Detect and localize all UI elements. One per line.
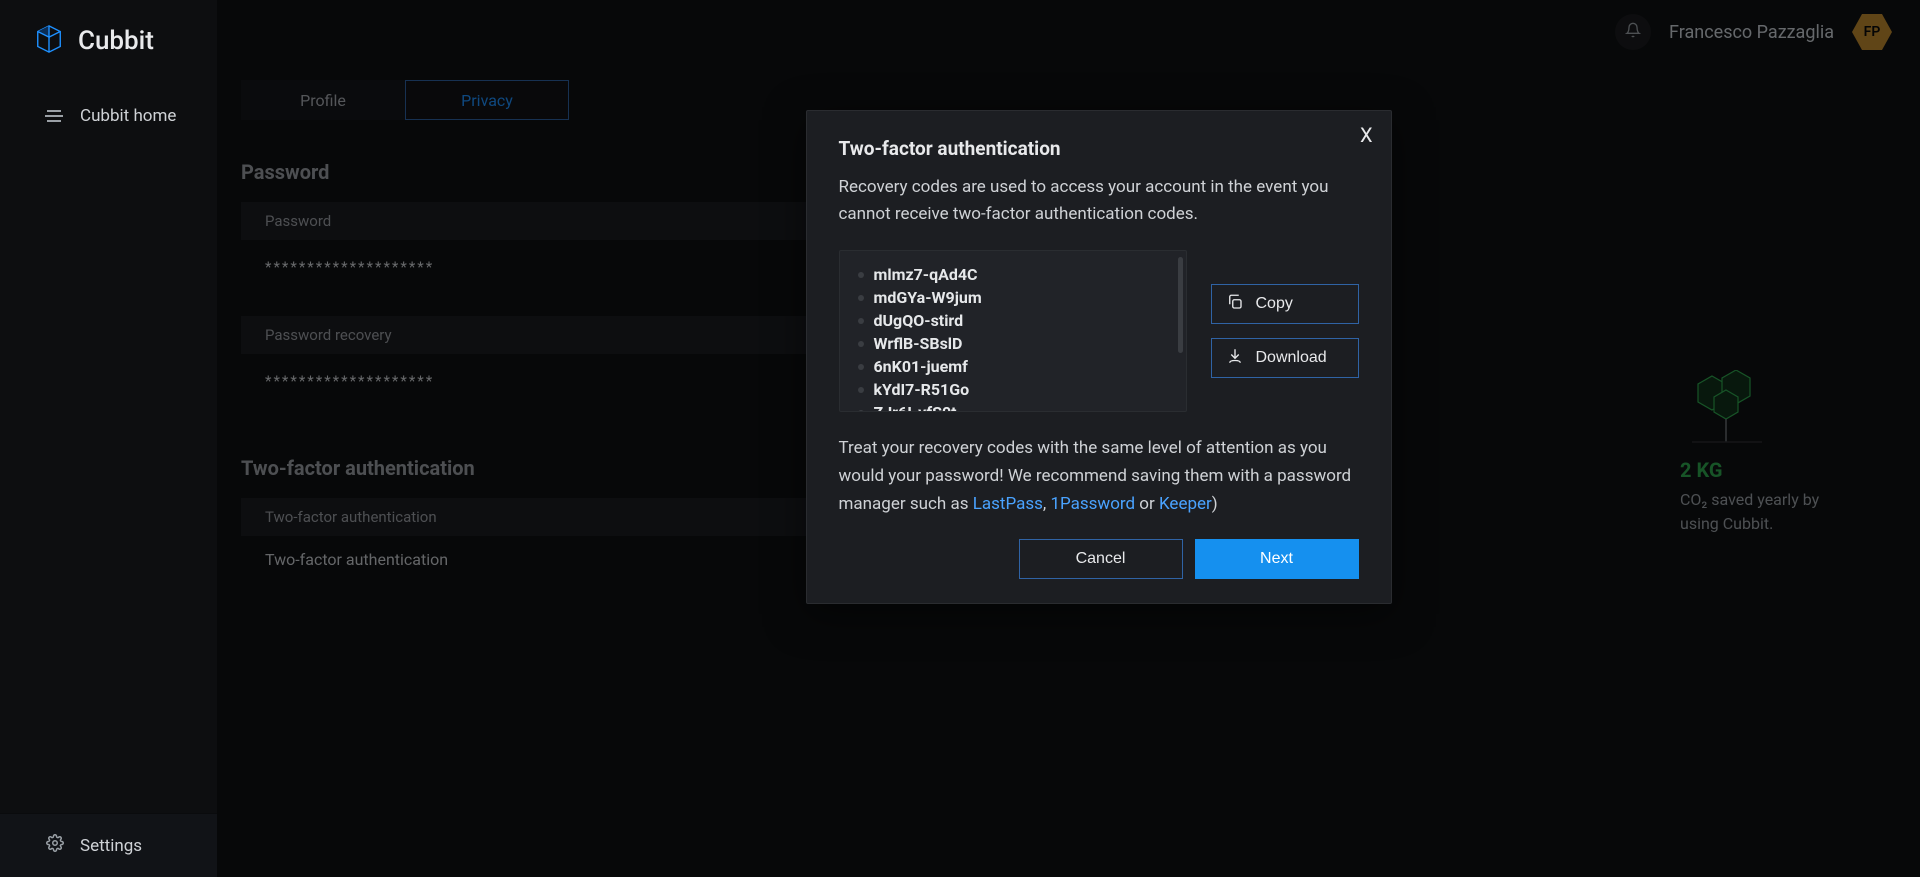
brand: Cubbit bbox=[0, 16, 217, 86]
recovery-code-text: mdGYa-W9jum bbox=[874, 288, 982, 307]
modal-note-post: ) bbox=[1212, 494, 1218, 514]
cancel-button-label: Cancel bbox=[1076, 550, 1126, 567]
close-icon: X bbox=[1360, 123, 1373, 147]
app-root: Cubbit Cubbit home Settings bbox=[0, 0, 1920, 877]
copy-button[interactable]: Copy bbox=[1211, 284, 1359, 324]
link-lastpass[interactable]: LastPass bbox=[973, 494, 1043, 514]
recovery-code: mdGYa-W9jum bbox=[850, 286, 1172, 309]
sidebar-item-home[interactable]: Cubbit home bbox=[0, 92, 217, 140]
modal-actions: Cancel Next bbox=[839, 539, 1359, 579]
modal-note: Treat your recovery codes with the same … bbox=[839, 434, 1359, 518]
sidebar-item-settings[interactable]: Settings bbox=[0, 814, 217, 877]
bullet-icon bbox=[858, 272, 864, 278]
bullet-icon bbox=[858, 318, 864, 324]
download-button-label: Download bbox=[1256, 349, 1327, 367]
next-button[interactable]: Next bbox=[1195, 539, 1359, 579]
link-keeper[interactable]: Keeper bbox=[1159, 494, 1212, 514]
copy-icon bbox=[1226, 293, 1244, 316]
bullet-icon bbox=[858, 410, 864, 413]
main: Francesco Pazzaglia FP Profile Privacy P… bbox=[217, 0, 1920, 877]
recovery-code-text: WrflB-SBslD bbox=[874, 334, 963, 353]
modal-2fa-codes: X Two-factor authentication Recovery cod… bbox=[806, 110, 1392, 604]
modal-side-buttons: Copy Download bbox=[1211, 250, 1359, 412]
recovery-code-text: mlmz7-qAd4C bbox=[874, 265, 978, 284]
bullet-icon bbox=[858, 364, 864, 370]
recovery-code: dUgQO-stird bbox=[850, 309, 1172, 332]
download-icon bbox=[1226, 347, 1244, 370]
recovery-code-text: kYdI7-R51Go bbox=[874, 380, 970, 399]
modal-close-button[interactable]: X bbox=[1360, 123, 1373, 147]
modal-title: Two-factor authentication bbox=[839, 137, 1359, 160]
modal-codes-row: mlmz7-qAd4C mdGYa-W9jum dUgQO-stird Wrfl… bbox=[839, 250, 1359, 412]
cubbit-logo-icon bbox=[34, 24, 64, 58]
sidebar-bottom: Settings bbox=[0, 813, 217, 877]
recovery-code-text: 6nK01-juemf bbox=[874, 357, 968, 376]
bullet-icon bbox=[858, 341, 864, 347]
recovery-code: mlmz7-qAd4C bbox=[850, 263, 1172, 286]
modal-description: Recovery codes are used to access your a… bbox=[839, 174, 1359, 228]
brand-name: Cubbit bbox=[78, 26, 154, 56]
next-button-label: Next bbox=[1260, 550, 1293, 567]
recovery-code: 6nK01-juemf bbox=[850, 355, 1172, 378]
sidebar-item-home-label: Cubbit home bbox=[80, 106, 176, 126]
recovery-code-text: ZJr6I-vfS0t bbox=[874, 403, 957, 412]
link-1password[interactable]: 1Password bbox=[1050, 494, 1135, 514]
recovery-code: ZJr6I-vfS0t bbox=[850, 401, 1172, 412]
bullet-icon bbox=[858, 387, 864, 393]
copy-button-label: Copy bbox=[1256, 295, 1293, 313]
sidebar: Cubbit Cubbit home Settings bbox=[0, 0, 217, 877]
recovery-code: WrflB-SBslD bbox=[850, 332, 1172, 355]
modal-note-or: or bbox=[1135, 494, 1159, 514]
cancel-button[interactable]: Cancel bbox=[1019, 539, 1183, 579]
menu-lines-icon bbox=[44, 109, 64, 123]
sidebar-item-settings-label: Settings bbox=[80, 836, 142, 856]
sidebar-nav: Cubbit home bbox=[0, 86, 217, 140]
modal-overlay[interactable]: X Two-factor authentication Recovery cod… bbox=[217, 0, 1920, 877]
recovery-code: kYdI7-R51Go bbox=[850, 378, 1172, 401]
gear-icon bbox=[46, 834, 64, 857]
recovery-codes-list[interactable]: mlmz7-qAd4C mdGYa-W9jum dUgQO-stird Wrfl… bbox=[839, 250, 1187, 412]
download-button[interactable]: Download bbox=[1211, 338, 1359, 378]
bullet-icon bbox=[858, 295, 864, 301]
recovery-code-text: dUgQO-stird bbox=[874, 311, 964, 330]
